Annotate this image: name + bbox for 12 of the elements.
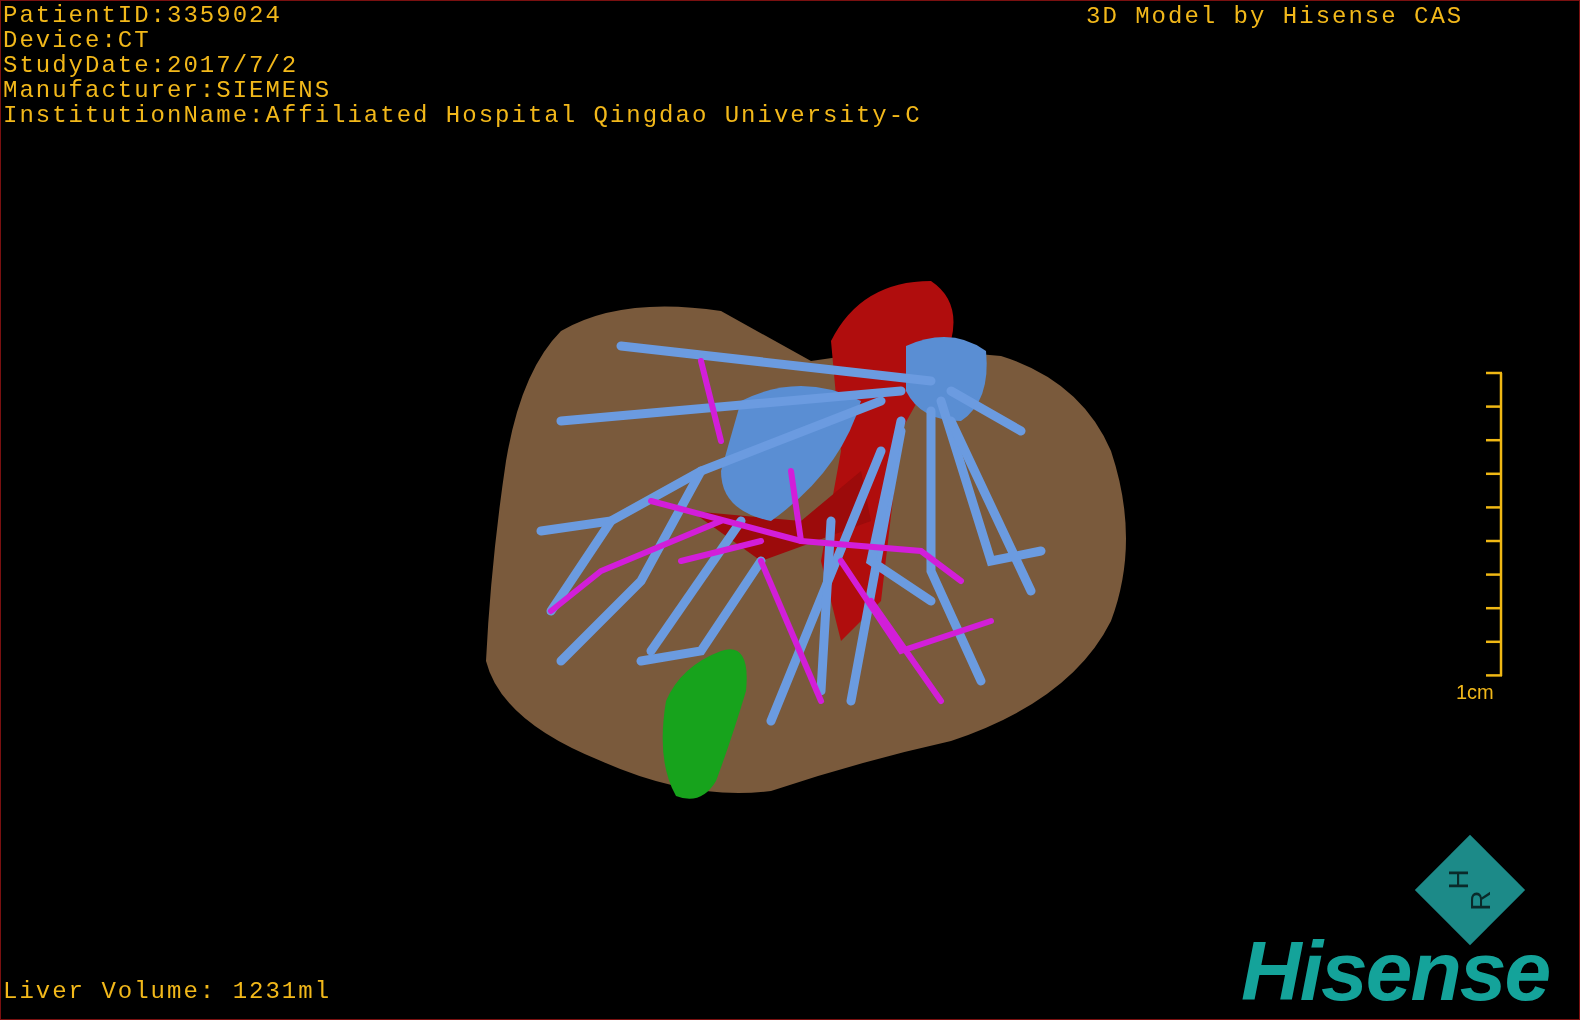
patient-info-text: Manufacturer:SIEMENS: [3, 78, 332, 103]
patient-info-text: Device:CT: [3, 28, 151, 53]
liver-volume-text: Liver Volume: 1231ml: [3, 979, 332, 1004]
patient-info-text: InstitutionName:Affiliated Hospital Qingdao University-C: [3, 103, 922, 128]
patient-info-text: PatientID:3359024: [3, 3, 282, 28]
orientation-cube-icon[interactable]: H R: [1414, 834, 1526, 946]
model-credit-text: 3D Model by Hisense CAS: [1086, 4, 1464, 29]
cube-face-label: R: [1465, 890, 1496, 911]
patient-info-text: StudyDate:2017/7/2: [3, 53, 299, 78]
scale-bar-icon: [1486, 371, 1503, 677]
scale-label: 1cm: [1456, 681, 1494, 703]
cube-face-label: H: [1444, 869, 1475, 890]
